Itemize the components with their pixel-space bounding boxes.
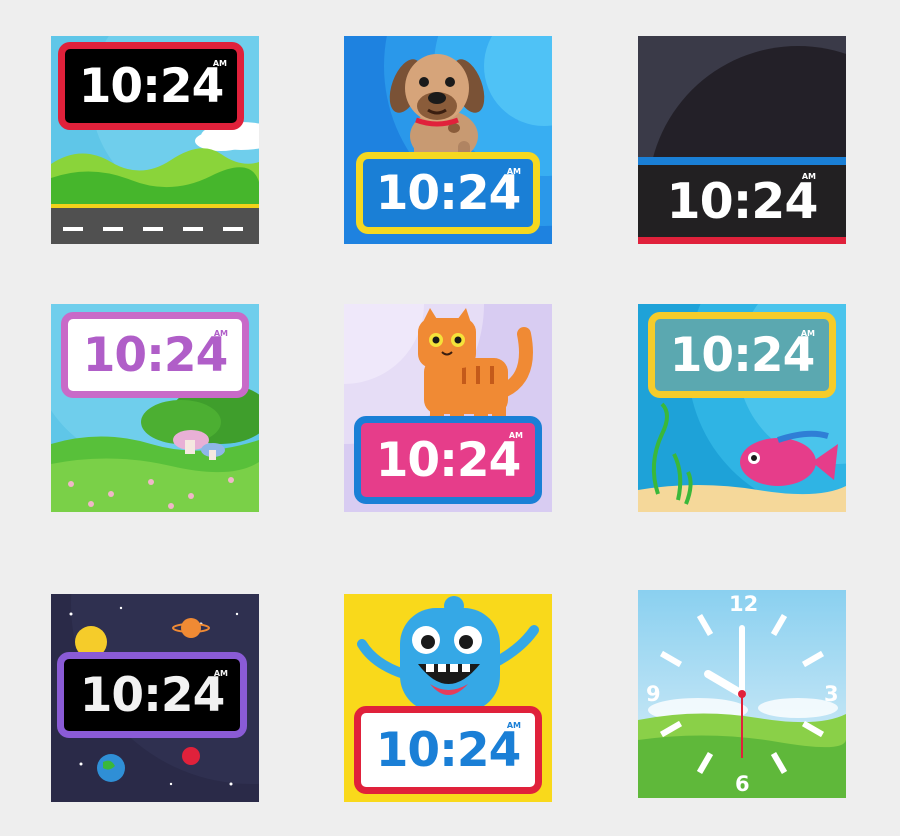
dial-number-6: 6 (735, 772, 750, 796)
watch-face-road-hills[interactable]: 10:24 AM (51, 36, 259, 244)
ampm-label: AM (506, 721, 521, 730)
ampm-label: AM (212, 59, 227, 68)
dial-number-12: 12 (729, 592, 759, 616)
ampm-label: AM (213, 669, 228, 678)
time-display: 10:24 (78, 58, 225, 114)
watch-face-dark-planet[interactable]: 10:24 AM (638, 36, 846, 244)
digital-clock: 10:24 AM (638, 166, 846, 236)
digital-clock: 10:24 AM (354, 706, 542, 794)
watch-face-orange-cat[interactable]: 10:24 AM (344, 304, 552, 512)
digital-clock: 10:24 AM (57, 652, 247, 738)
watch-face-puppy[interactable]: 10:24 AM (344, 36, 552, 244)
analog-meadow-scene (638, 590, 846, 798)
ampm-label: AM (213, 329, 228, 338)
ampm-label: AM (506, 167, 521, 176)
digital-clock: 10:24 AM (356, 152, 540, 234)
dial-number-3: 3 (824, 682, 839, 706)
digital-clock: 10:24 AM (354, 416, 542, 504)
time-display: 10:24 (669, 327, 816, 383)
digital-clock: 10:24 AM (648, 312, 836, 398)
watch-face-aquarium-fish[interactable]: 10:24 AM (638, 304, 846, 512)
dial-number-9: 9 (646, 682, 661, 706)
digital-clock: 10:24 AM (61, 312, 249, 398)
time-display: 10:24 (375, 165, 522, 221)
watch-face-mushroom-meadow[interactable]: 10:24 AM (51, 304, 259, 512)
time-display: 10:24 (375, 722, 522, 778)
time-display: 10:24 (666, 172, 819, 230)
ampm-label: AM (800, 329, 815, 338)
time-display: 10:24 (82, 327, 229, 383)
time-display: 10:24 (79, 667, 226, 723)
digital-clock: 10:24 AM (58, 42, 244, 130)
ampm-label: AM (801, 172, 816, 181)
watch-face-outer-space[interactable]: 10:24 AM (51, 594, 259, 802)
time-display: 10:24 (375, 432, 522, 488)
watch-face-analog-meadow[interactable]: 12 3 6 9 (638, 590, 846, 798)
ampm-label: AM (508, 431, 523, 440)
watch-face-blue-monster[interactable]: 10:24 AM (344, 594, 552, 802)
